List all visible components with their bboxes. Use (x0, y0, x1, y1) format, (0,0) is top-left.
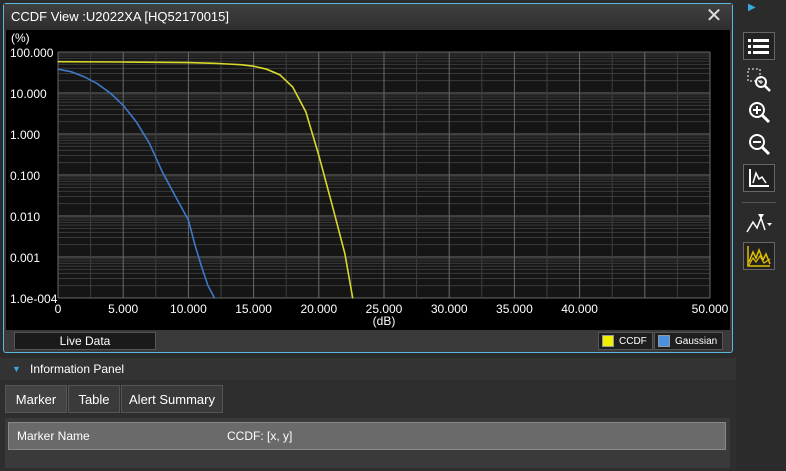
plot-status-strip: Live Data CCDF Gaussian (6, 330, 730, 352)
y-tick-label: 10.000 (10, 87, 47, 101)
x-tick-label: 40.000 (561, 302, 598, 316)
data-point-ccdf (187, 62, 189, 64)
data-point-ccdf (122, 61, 124, 63)
data-point-gaussian (122, 104, 124, 106)
window-title: CCDF View :U2022XA [HQ52170015] (11, 9, 229, 24)
data-point-ccdf (279, 74, 281, 76)
list-button[interactable] (743, 32, 775, 60)
data-point-ccdf (352, 297, 354, 299)
x-tick-label: 50.000 (692, 302, 729, 316)
x-tick-label: 0 (55, 302, 62, 316)
ccdf-plot[interactable]: 100.000 10.000 1.000 0.100 0.010 0.001 1.0e-00… (6, 30, 730, 330)
expand-arrow-icon[interactable]: ▶ (748, 2, 756, 13)
x-tick-label: 5.000 (108, 302, 138, 316)
trace-button[interactable] (743, 242, 775, 270)
x-tick-label: 30.000 (431, 302, 468, 316)
marker-peak-icon (746, 214, 772, 233)
y-tick-label: 100.000 (10, 46, 54, 60)
data-point-ccdf (344, 253, 346, 255)
data-point-ccdf (253, 65, 255, 67)
y-tick-label: 0.001 (10, 251, 40, 265)
autoscale-icon (749, 169, 769, 187)
zoom-region-icon (747, 68, 771, 92)
data-point-gaussian (200, 265, 203, 267)
list-icon (748, 39, 769, 54)
y-tick-label: 0.010 (10, 210, 40, 224)
legend-item-gaussian[interactable]: Gaussian (654, 332, 724, 350)
data-point-gaussian (161, 171, 163, 173)
x-tick-label: 10.000 (170, 302, 207, 316)
data-point-ccdf (213, 62, 216, 64)
data-point-gaussian (148, 142, 150, 144)
information-panel-header[interactable]: ▼ Information Panel (0, 358, 736, 380)
y-tick-label: 1.000 (10, 128, 40, 142)
marker-table-header: Marker Name CCDF: [x, y] (8, 422, 726, 450)
y-axis-label: (%) (11, 31, 30, 45)
data-point-gaussian (213, 297, 216, 299)
information-panel-title: Information Panel (30, 362, 125, 376)
data-point-ccdf (239, 64, 242, 66)
data-point-ccdf (266, 68, 268, 70)
close-button[interactable]: ✕ (704, 6, 724, 26)
ccdf-view-window: CCDF View :U2022XA [HQ52170015] ✕ 100.00… (3, 3, 733, 353)
data-point-gaussian (83, 76, 85, 78)
right-toolbar: ▶ (738, 0, 786, 290)
marker-peak-button[interactable] (743, 210, 775, 238)
legend-label-ccdf: CCDF (619, 336, 647, 347)
data-point-gaussian (135, 121, 137, 123)
data-point-gaussian (96, 82, 98, 85)
chart-svg: 100.000 10.000 1.000 0.100 0.010 0.001 1.0e-00… (10, 31, 729, 328)
live-data-indicator: Live Data (14, 332, 156, 350)
zoom-in-button[interactable] (743, 98, 775, 126)
title-bar[interactable]: CCDF View :U2022XA [HQ52170015] ✕ (4, 4, 732, 30)
zoom-in-icon (749, 102, 771, 124)
y-tick-label: 1.0e-004 (10, 292, 58, 306)
toolbar-separator (742, 202, 776, 203)
data-point-gaussian (174, 195, 176, 198)
marker-table: Marker Name CCDF: [x, y] (5, 418, 730, 468)
autoscale-button[interactable] (743, 164, 775, 192)
x-tick-label: 20.000 (300, 302, 337, 316)
column-header-marker-name[interactable]: Marker Name (17, 423, 90, 450)
tab-alert-summary[interactable]: Alert Summary (121, 385, 223, 413)
y-tick-label: 0.100 (10, 169, 40, 183)
data-point-gaussian (57, 68, 59, 70)
legend-swatch-ccdf (602, 335, 614, 347)
zoom-out-icon (749, 134, 771, 156)
data-point-gaussian (70, 71, 72, 73)
legend-label-gaussian: Gaussian (675, 336, 718, 347)
x-tick-label: 15.000 (235, 302, 272, 316)
legend-item-ccdf[interactable]: CCDF (598, 332, 653, 350)
zoom-region-button[interactable] (743, 66, 775, 94)
data-point-ccdf (331, 203, 333, 205)
collapse-arrow-icon[interactable]: ▼ (12, 358, 21, 380)
tab-marker[interactable]: Marker (5, 385, 67, 413)
tab-table[interactable]: Table (68, 385, 120, 413)
data-point-ccdf (292, 86, 294, 88)
information-panel: ▼ Information Panel Marker Table Alert S… (0, 358, 736, 471)
data-point-ccdf (305, 111, 307, 113)
trace-icon (747, 246, 771, 267)
x-axis-label: (dB) (373, 314, 396, 328)
data-point-ccdf (57, 61, 59, 63)
data-point-gaussian (187, 219, 189, 221)
zoom-out-button[interactable] (743, 130, 775, 158)
x-tick-label: 35.000 (496, 302, 533, 316)
legend-swatch-gaussian (658, 335, 670, 347)
data-point-ccdf (318, 154, 320, 157)
data-point-ccdf (226, 63, 229, 65)
data-point-gaussian (109, 92, 111, 94)
data-point-gaussian (207, 285, 209, 287)
column-header-ccdf[interactable]: CCDF: [x, y] (227, 423, 292, 450)
data-point-gaussian (194, 244, 196, 246)
